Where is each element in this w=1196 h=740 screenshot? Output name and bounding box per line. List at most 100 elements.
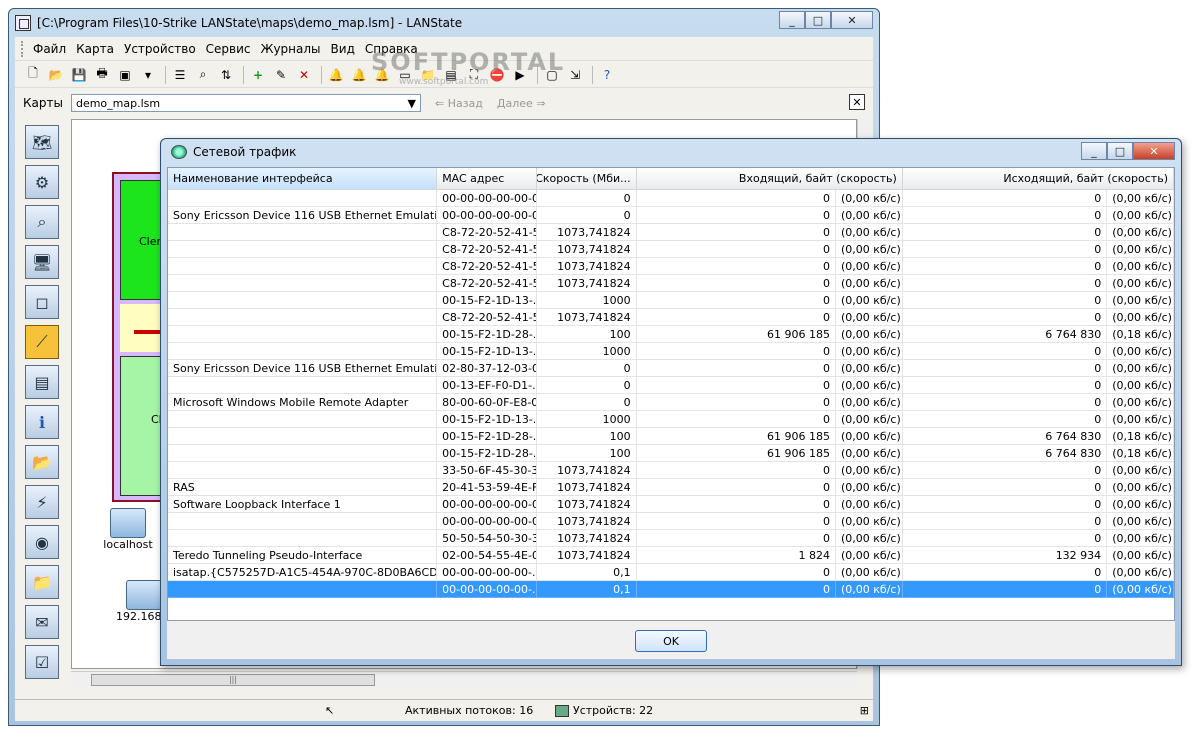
menu-device[interactable]: Устройство <box>119 42 201 56</box>
cell-name <box>168 258 438 275</box>
forward-button[interactable]: Далее ⇒ <box>497 97 546 110</box>
window-title: [C:\Program Files\10-Strike LANState\map… <box>37 16 463 30</box>
new-file-icon[interactable]: 🗋 <box>23 65 43 85</box>
resize-grip-icon[interactable]: ⊞ <box>860 704 869 717</box>
cell-mac: C8-72-20-52-41-53 <box>437 241 537 258</box>
delete-icon[interactable]: ✕ <box>294 65 314 85</box>
close-icon[interactable]: ✕ <box>849 94 865 110</box>
dialog-titlebar[interactable]: Сетевой трафик <box>171 145 296 159</box>
connection-icon[interactable]: ⚡ <box>25 485 59 519</box>
table-row[interactable]: 00-00-00-00-00-00 0 0 (0,00 кб/с) 0 (0,00 кб/… <box>168 190 1174 207</box>
document-icon[interactable]: ▤ <box>25 365 59 399</box>
table-row[interactable]: C8-72-20-52-41-53 1073,741824 0 (0,00 кб/с)… <box>168 275 1174 292</box>
main-titlebar[interactable]: [C:\Program Files\10-Strike LANState\map… <box>9 9 879 37</box>
maximize-button[interactable]: □ <box>805 11 831 29</box>
dialog-maximize-button[interactable]: □ <box>1107 142 1133 160</box>
table-row[interactable]: 00-15-F2-1D-28-... 100 61 906 185 (0,00 кб/… <box>168 428 1174 445</box>
cell-name <box>168 530 438 547</box>
scrollbar-thumb[interactable]: ||| <box>91 674 375 686</box>
table-row[interactable]: C8-72-20-52-41-53 1073,741824 0 (0,00 кб/с)… <box>168 309 1174 326</box>
cell-in-speed: (0,00 кб/с) <box>836 411 903 428</box>
cell-in: 0 <box>636 530 836 547</box>
save-icon[interactable]: 💾 <box>69 65 89 85</box>
list-icon[interactable]: ☰ <box>170 65 190 85</box>
table-row[interactable]: C8-72-20-52-41-53 1073,741824 0 (0,00 кб/с)… <box>168 241 1174 258</box>
table-row[interactable]: 00-00-00-00-00-00 1073,741824 0 (0,00 кб/с)… <box>168 513 1174 530</box>
menu-logs[interactable]: Журналы <box>256 42 326 56</box>
cell-out: 0 <box>902 360 1108 377</box>
column-outgoing[interactable]: Исходящий, байт (скорость) <box>903 168 1174 189</box>
table-row[interactable]: C8-72-20-52-41-53 1073,741824 0 (0,00 кб/с)… <box>168 258 1174 275</box>
forward-label: Далее <box>496 96 533 110</box>
table-row[interactable]: 00-13-EF-F0-D1-... 0 0 (0,00 кб/с) 0 (0,00 кб… <box>168 377 1174 394</box>
line-tool-icon[interactable]: ⟋ <box>25 325 59 359</box>
image-icon[interactable]: ▣ <box>115 65 135 85</box>
dialog-close-button[interactable]: ✕ <box>1133 142 1175 160</box>
table-row[interactable]: Teredo Tunneling Pseudo-Interface 02-00-5… <box>168 547 1174 564</box>
export-icon[interactable]: ⇲ <box>565 65 585 85</box>
monitor-alert-icon[interactable]: 🖥 <box>25 245 59 279</box>
devices-icon <box>555 704 569 717</box>
table-row[interactable]: 00-00-00-00-00-... 0,1 0 (0,00 кб/с) 0 (0,00 … <box>168 581 1174 598</box>
map-icon[interactable]: 🗺 <box>25 125 59 159</box>
cell-in-speed: (0,00 кб/с) <box>836 581 903 598</box>
table-row[interactable]: isatap.{C575257D-A1C5-454A-970C-8D0BA6CD… <box>168 564 1174 581</box>
chevron-down-icon[interactable]: ▼ <box>408 97 416 110</box>
info-icon[interactable]: ℹ <box>25 405 59 439</box>
print-icon[interactable]: 🖶 <box>92 65 112 85</box>
table-row[interactable]: Microsoft Windows Mobile Remote Adapter 8… <box>168 394 1174 411</box>
menu-view[interactable]: Вид <box>326 42 360 56</box>
cell-in-speed: (0,00 кб/с) <box>836 513 903 530</box>
table-row[interactable]: 00-15-F2-1D-28-... 100 61 906 185 (0,00 кб/… <box>168 445 1174 462</box>
sort-icon[interactable]: ⇅ <box>216 65 236 85</box>
map-select[interactable]: demo_map.lsm ▼ <box>70 94 421 112</box>
horizontal-scrollbar[interactable]: ||| <box>71 671 857 687</box>
column-incoming[interactable]: Входящий, байт (скорость) <box>637 168 903 189</box>
table-row[interactable]: 50-50-54-50-30-30 1073,741824 0 (0,00 кб/с)… <box>168 530 1174 547</box>
back-button[interactable]: ⇐ Назад <box>435 97 483 110</box>
column-mac[interactable]: MAC адрес <box>437 168 537 189</box>
checklist-icon[interactable]: ☑ <box>25 645 59 679</box>
folder-icon[interactable]: 📁 <box>25 565 59 599</box>
cell-out: 0 <box>902 513 1108 530</box>
device-localhost[interactable]: localhost <box>96 508 160 551</box>
table-row[interactable]: 00-15-F2-1D-28-... 100 61 906 185 (0,00 кб/… <box>168 326 1174 343</box>
alert-icon[interactable]: 🔔 <box>326 65 346 85</box>
menu-service[interactable]: Сервис <box>201 42 256 56</box>
folder-settings-icon[interactable]: 📂 <box>25 445 59 479</box>
table-row[interactable]: 33-50-6F-45-30-30 1073,741824 0 (0,00 кб/с)… <box>168 462 1174 479</box>
table-row[interactable]: 00-15-F2-1D-13-... 1000 0 (0,00 кб/с) 0 (0,00… <box>168 411 1174 428</box>
dialog-minimize-button[interactable]: _ <box>1081 142 1107 160</box>
mail-icon[interactable]: ✉ <box>25 605 59 639</box>
network-tree-icon[interactable]: ⚙ <box>25 165 59 199</box>
menu-file[interactable]: Файл <box>28 42 71 56</box>
table-row[interactable]: RAS 20-41-53-59-4E-FF 1073,741824 0 (0,00 кб… <box>168 479 1174 496</box>
cell-out-speed: (0,00 кб/с) <box>1107 224 1174 241</box>
active-threads: Активных потоков: 16 <box>405 704 534 717</box>
close-button[interactable]: ✕ <box>831 11 873 29</box>
ok-button[interactable]: OK <box>635 630 707 652</box>
table-row[interactable]: Software Loopback Interface 1 00-00-00-00… <box>168 496 1174 513</box>
table-row[interactable]: Sony Ericsson Device 116 USB Ethernet Em… <box>168 360 1174 377</box>
minimize-button[interactable]: _ <box>779 11 805 29</box>
column-speed[interactable]: Скорость (Мби... <box>537 168 637 189</box>
cell-in: 0 <box>636 343 836 360</box>
dropdown-arrow-icon[interactable]: ▾ <box>138 65 158 85</box>
globe-icon[interactable]: ◉ <box>25 525 59 559</box>
table-row[interactable]: Sony Ericsson Device 116 USB Ethernet Em… <box>168 207 1174 224</box>
alert-settings-icon[interactable]: 🔔 <box>349 65 369 85</box>
edit-icon[interactable]: ✎ <box>271 65 291 85</box>
find-icon[interactable]: ⌕ <box>193 65 213 85</box>
open-folder-icon[interactable]: 📂 <box>46 65 66 85</box>
cell-in: 0 <box>636 581 836 598</box>
column-interface-name[interactable]: Наименование интерфейса <box>168 168 438 189</box>
menu-map[interactable]: Карта <box>71 42 119 56</box>
cell-name: isatap.{C575257D-A1C5-454A-970C-8D0BA6CD… <box>168 564 438 581</box>
table-row[interactable]: 00-15-F2-1D-13-... 1000 0 (0,00 кб/с) 0 (0,00… <box>168 343 1174 360</box>
help-icon[interactable]: ? <box>597 65 617 85</box>
table-row[interactable]: 00-15-F2-1D-13-... 1000 0 (0,00 кб/с) 0 (0,00… <box>168 292 1174 309</box>
add-icon[interactable]: + <box>248 65 268 85</box>
table-row[interactable]: C8-72-20-52-41-53 1073,741824 0 (0,00 кб/с)… <box>168 224 1174 241</box>
ip-search-icon[interactable]: ⌕ <box>25 205 59 239</box>
shape-icon[interactable]: ◻ <box>25 285 59 319</box>
